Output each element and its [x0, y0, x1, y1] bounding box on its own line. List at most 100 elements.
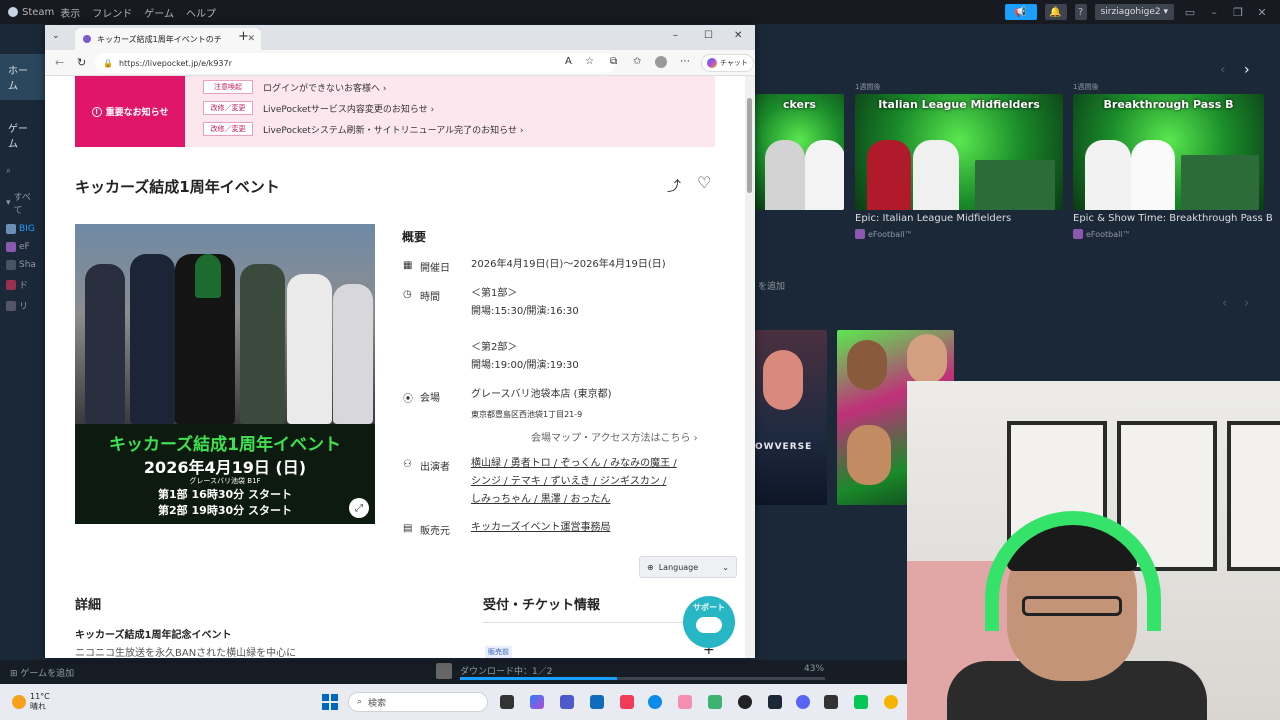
shelf-prev-icon[interactable]: ‹ [1222, 296, 1227, 311]
copilot-chat-button[interactable]: チャット [701, 54, 754, 72]
steam-menubar: Steam 表示 フレンド ゲーム ヘルプ 📢 🔔 ? sirziagohige… [0, 0, 1280, 24]
person-icon: ⚇ [403, 459, 412, 470]
shelf-next-icon[interactable]: › [1244, 62, 1250, 78]
efootball-icon [855, 229, 865, 239]
time-label: 時間 [420, 292, 440, 303]
scrollbar-thumb[interactable] [747, 98, 752, 193]
search-icon[interactable]: ⌕ [0, 162, 45, 180]
music-icon[interactable] [620, 695, 634, 709]
broadcast-button[interactable]: 📢 [1004, 4, 1037, 20]
divider [483, 622, 715, 623]
notice-header: ! 重要なお知らせ [75, 76, 185, 147]
event-flyer-image[interactable]: キッカーズ結成1周年イベント 2026年4月19日 (日) グレースバリ池袋 B… [75, 224, 375, 524]
venue-name: グレースバリ池袋本店 (東京都) [471, 389, 612, 400]
library-item[interactable]: BIG [0, 220, 45, 238]
support-chat-button[interactable]: サポート [683, 596, 735, 648]
app-icon[interactable] [708, 695, 722, 709]
steam-menu-help[interactable]: ヘルプ [180, 5, 222, 20]
dlc-card[interactable]: Italian League Midfielders [855, 94, 1063, 210]
app-icon[interactable] [824, 695, 838, 709]
favorite-heart-icon[interactable]: ♡ [697, 173, 711, 192]
back-icon[interactable]: ← [55, 56, 64, 69]
character-figure [763, 350, 803, 410]
minimize-icon[interactable]: – [673, 30, 678, 41]
notification-bell-icon[interactable]: 🔔 [1044, 4, 1067, 20]
steam-menu-friends[interactable]: フレンド [86, 5, 138, 20]
library-item[interactable]: eF [0, 238, 45, 256]
notice-row[interactable]: 改修／変更 LivePocketシステム刷新・サイトリニューアル完了のお知らせ › [203, 122, 523, 136]
close-icon[interactable]: ✕ [734, 30, 742, 41]
monitor-icon[interactable]: ▭ [1182, 6, 1198, 19]
shelf-prev-icon[interactable]: ‹ [1220, 62, 1226, 78]
discord-icon[interactable] [796, 695, 810, 709]
url-field[interactable]: 🔒 https://livepocket.jp/e/k937r [95, 53, 615, 73]
notice-badge: 改修／変更 [203, 122, 253, 136]
download-status[interactable]: ダウンロード中：1／2 [460, 664, 552, 677]
notice-row[interactable]: 改修／変更 LivePocketサービス内容変更のお知らせ › [203, 101, 434, 115]
seller-link[interactable]: キッカーズイベント運営事務局 [471, 519, 611, 537]
dlc-name[interactable]: Epic & Show Time: Breakthrough Pass B [1073, 213, 1273, 224]
library-item[interactable]: ド [0, 274, 45, 295]
notice-badge: 注意喚起 [203, 80, 253, 94]
share-icon[interactable]: ⤴ [667, 176, 681, 196]
app-icon[interactable] [678, 695, 692, 709]
shelf-next-icon[interactable]: › [1244, 296, 1249, 311]
game-icon [6, 260, 16, 270]
notice-row[interactable]: 注意喚起 ログインができないお客様へ › [203, 80, 386, 94]
user-menu[interactable]: sirziagohige2 ▾ [1094, 4, 1174, 20]
more-icon[interactable]: ⋯ [680, 56, 690, 67]
profile-icon[interactable] [655, 56, 667, 68]
steam-menu-games[interactable]: ゲーム [138, 5, 180, 20]
weather-widget[interactable]: 11°C 晴れ [0, 692, 50, 712]
browser-tab[interactable]: キッカーズ結成1周年イベントのチケット ✕ [75, 28, 261, 50]
favorites-icon[interactable]: ✩ [633, 56, 641, 67]
game-card-shadowverse[interactable]: OWVERSE [755, 330, 827, 505]
line-icon[interactable] [854, 695, 868, 709]
dlc-name[interactable]: Epic: Italian League Midfielders [855, 213, 1011, 224]
chat-label: チャット [720, 59, 748, 67]
maximize-icon[interactable]: ☐ [704, 30, 713, 41]
nav-home[interactable]: ホーム [0, 54, 45, 100]
task-view-icon[interactable] [500, 695, 514, 709]
steam-icon[interactable] [768, 695, 782, 709]
dlc-card[interactable]: ckers [755, 94, 844, 210]
store-icon[interactable] [590, 695, 604, 709]
steam-menu-view[interactable]: 表示 [54, 5, 86, 20]
nav-games[interactable]: ゲーム [0, 112, 45, 158]
performers-line[interactable]: しみっちゃん / 黒澤 / おったん [471, 491, 610, 509]
page-scrollbar[interactable] [745, 76, 755, 658]
edge-icon[interactable] [648, 695, 662, 709]
minimize-icon[interactable]: – [1206, 6, 1222, 19]
language-select[interactable]: ⊕ Language ⌄ [639, 556, 737, 578]
performers-line[interactable]: 横山緑 / 勇者トロ / ぞっくん / みなみの魔王 / [471, 455, 677, 473]
help-button[interactable]: ? [1074, 4, 1087, 20]
expand-image-icon[interactable]: ⤢ [349, 498, 369, 518]
notice-link: ログインができないお客様へ › [263, 83, 387, 94]
steam-menu-steam[interactable]: Steam [0, 7, 54, 18]
copilot-icon[interactable] [530, 695, 544, 709]
refresh-icon[interactable]: ↻ [77, 56, 86, 69]
library-item[interactable]: リ [0, 295, 45, 316]
obs-icon[interactable] [738, 695, 752, 709]
taskbar-search[interactable]: ⌕ 検索 [348, 692, 488, 712]
performers-line[interactable]: シンジ / テマキ / ずいえき / ジンギスカン / [471, 473, 666, 491]
library-item[interactable]: Sha [0, 256, 45, 274]
efootball-icon [1073, 229, 1083, 239]
app-icon[interactable] [884, 695, 898, 709]
close-icon[interactable]: ✕ [1254, 6, 1270, 19]
add-game-button[interactable]: ⊞ ゲームを追加 [0, 666, 74, 679]
teams-icon[interactable] [560, 695, 574, 709]
dlc-card[interactable]: Breakthrough Pass B [1073, 94, 1264, 210]
notice-title: 重要なお知らせ [105, 108, 169, 118]
start-icon[interactable] [322, 694, 338, 710]
restore-icon[interactable]: ❐ [1230, 6, 1246, 19]
venue-map-link[interactable]: 会場マップ・アクセス方法はこちら › [531, 429, 698, 444]
event-title: キッカーズ結成1周年イベント [75, 178, 280, 196]
webcam-overlay [907, 381, 1280, 720]
favorite-star-icon[interactable]: ☆ [585, 56, 594, 67]
read-aloud-icon[interactable]: A [565, 56, 572, 67]
tab-actions-chevron-icon[interactable]: ⌄ [52, 31, 60, 41]
split-screen-icon[interactable]: ⧉ [610, 56, 617, 67]
new-tab-icon[interactable]: + [238, 29, 249, 44]
nav-all[interactable]: ▾ すべて [0, 186, 45, 220]
